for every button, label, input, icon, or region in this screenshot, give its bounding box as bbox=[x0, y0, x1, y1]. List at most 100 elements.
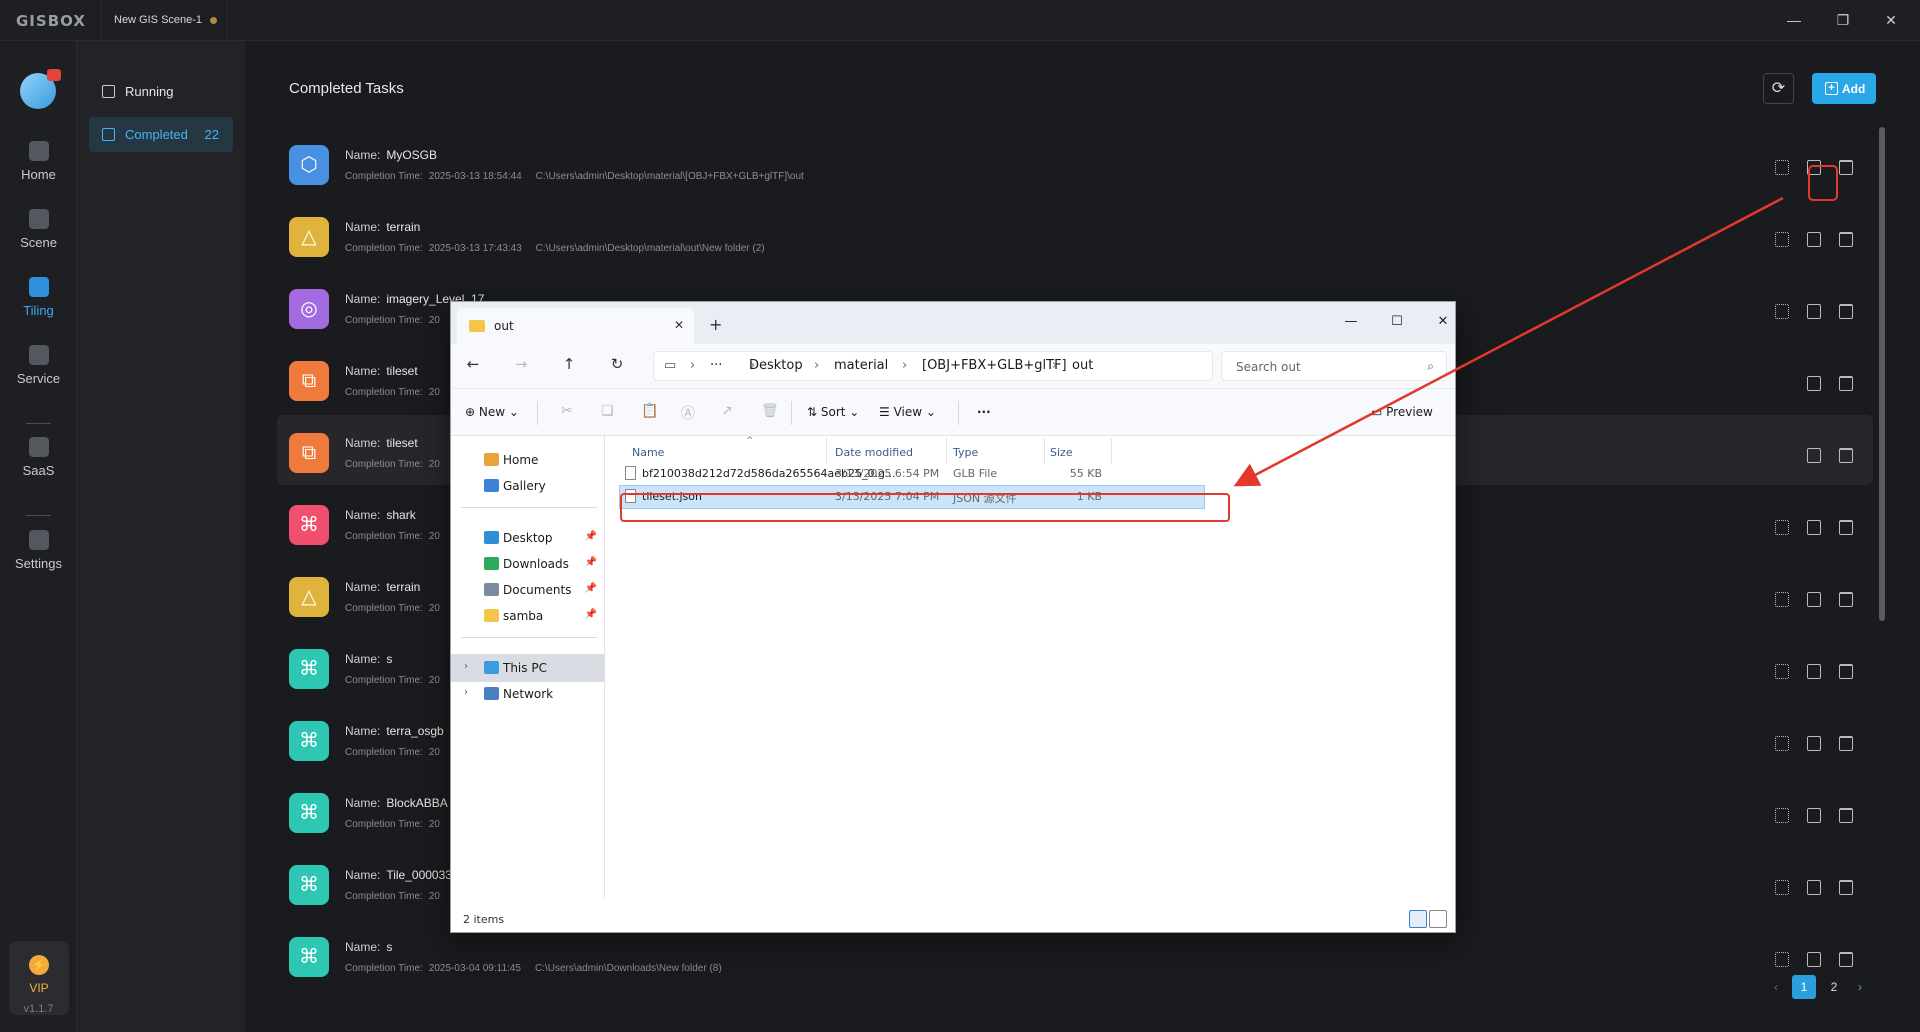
close-tab-icon[interactable]: ✕ bbox=[674, 318, 684, 332]
back-button[interactable]: ← bbox=[461, 355, 485, 377]
file-row[interactable]: bf210038d212d72d586da265564aeb25_0.g... … bbox=[620, 463, 1204, 485]
explorer-maximize-button[interactable]: ☐ bbox=[1385, 310, 1409, 334]
nav-saas[interactable]: SaaS bbox=[0, 437, 77, 478]
nav-scene[interactable]: Scene bbox=[0, 209, 77, 250]
rename-icon[interactable]: Ⓐ bbox=[681, 403, 695, 423]
search-input[interactable]: Search out ⌕ bbox=[1221, 351, 1447, 381]
add-to-scene-icon[interactable] bbox=[1775, 808, 1789, 823]
delete-icon[interactable] bbox=[1839, 880, 1853, 895]
explorer-tab[interactable]: out ✕ bbox=[457, 308, 694, 344]
add-button[interactable]: + Add bbox=[1812, 73, 1876, 104]
delete-icon[interactable] bbox=[1839, 232, 1853, 247]
more-options-button[interactable]: ··· bbox=[977, 405, 991, 419]
breadcrumb-folder[interactable]: [OBJ+FBX+GLB+glTF] bbox=[922, 358, 1067, 373]
page-1-button[interactable]: 1 bbox=[1792, 975, 1816, 999]
explorer-close-button[interactable]: ✕ bbox=[1431, 310, 1455, 334]
subnav-completed[interactable]: Completed 22 bbox=[89, 117, 233, 152]
open-folder-icon[interactable] bbox=[1807, 448, 1821, 463]
minimize-button[interactable]: — bbox=[1782, 8, 1806, 32]
add-to-scene-icon[interactable] bbox=[1775, 592, 1789, 607]
open-folder-icon[interactable] bbox=[1807, 304, 1821, 319]
explorer-minimize-button[interactable]: — bbox=[1339, 310, 1363, 334]
open-folder-icon[interactable] bbox=[1807, 232, 1821, 247]
sidebar-item-samba[interactable]: samba 📌 bbox=[451, 602, 605, 630]
breadcrumb-material[interactable]: material bbox=[834, 358, 888, 373]
sidebar-item-network[interactable]: › Network bbox=[451, 680, 605, 708]
tiles-view-icon[interactable] bbox=[1429, 910, 1447, 928]
nav-service[interactable]: Service bbox=[0, 345, 77, 386]
task-row[interactable]: ⬡ Name: MyOSGB Completion Time: 2025-03-13 1… bbox=[277, 127, 1873, 197]
delete-icon[interactable] bbox=[1839, 952, 1853, 967]
sidebar-item-gallery[interactable]: Gallery bbox=[451, 472, 605, 500]
open-folder-icon[interactable] bbox=[1807, 592, 1821, 607]
nav-settings[interactable]: Settings bbox=[0, 530, 77, 571]
delete-icon[interactable]: 🗑 bbox=[761, 403, 779, 419]
column-header-type[interactable]: Type bbox=[953, 446, 978, 459]
new-button[interactable]: ⊕ New ⌄ bbox=[465, 405, 519, 419]
sidebar-item-documents[interactable]: Documents 📌 bbox=[451, 576, 605, 604]
nav-tiling[interactable]: Tiling bbox=[0, 277, 77, 318]
scrollbar[interactable] bbox=[1879, 127, 1885, 621]
page-2-button[interactable]: 2 bbox=[1822, 975, 1846, 999]
add-to-scene-icon[interactable] bbox=[1775, 304, 1789, 319]
column-header-name[interactable]: Name bbox=[632, 446, 664, 459]
breadcrumb[interactable]: ▭ › ··· › Desktop › material › [OBJ+FBX+… bbox=[653, 351, 1213, 381]
delete-icon[interactable] bbox=[1839, 808, 1853, 823]
delete-icon[interactable] bbox=[1839, 304, 1853, 319]
add-to-scene-icon[interactable] bbox=[1775, 880, 1789, 895]
add-to-scene-icon[interactable] bbox=[1775, 736, 1789, 751]
avatar[interactable] bbox=[20, 69, 61, 109]
delete-icon[interactable] bbox=[1839, 736, 1853, 751]
open-folder-icon[interactable] bbox=[1807, 880, 1821, 895]
add-to-scene-icon[interactable] bbox=[1775, 664, 1789, 679]
open-folder-icon[interactable] bbox=[1807, 520, 1821, 535]
delete-icon[interactable] bbox=[1839, 664, 1853, 679]
add-to-scene-icon[interactable] bbox=[1775, 952, 1789, 967]
nav-home[interactable]: Home bbox=[0, 141, 77, 182]
breadcrumb-out[interactable]: out bbox=[1072, 358, 1093, 373]
add-to-scene-icon[interactable] bbox=[1775, 160, 1789, 175]
next-page-button[interactable]: › bbox=[1852, 975, 1868, 999]
scene-tab[interactable]: New GIS Scene-1 bbox=[101, 0, 228, 41]
sort-button[interactable]: ⇅ Sort ⌄ bbox=[807, 405, 859, 419]
sidebar-item-this-pc[interactable]: › This PC bbox=[451, 654, 605, 682]
delete-icon[interactable] bbox=[1839, 520, 1853, 535]
status-bar: 2 items bbox=[451, 898, 1455, 932]
delete-icon[interactable] bbox=[1839, 376, 1853, 391]
view-button[interactable]: ☰ View ⌄ bbox=[879, 405, 936, 419]
restore-button[interactable]: ❐ bbox=[1831, 8, 1855, 32]
open-folder-icon[interactable] bbox=[1807, 736, 1821, 751]
preview-button[interactable]: ▭ Preview bbox=[1371, 405, 1433, 419]
copy-icon[interactable]: ❏ bbox=[601, 403, 614, 419]
refresh-icon[interactable]: ↻ bbox=[605, 355, 629, 377]
open-folder-icon[interactable] bbox=[1807, 952, 1821, 967]
subnav-running[interactable]: Running bbox=[89, 74, 233, 109]
chevron-right-icon[interactable]: › bbox=[464, 687, 468, 698]
details-view-icon[interactable] bbox=[1409, 910, 1427, 928]
sidebar-item-downloads[interactable]: Downloads 📌 bbox=[451, 550, 605, 578]
task-row[interactable]: △ Name: terrain Completion Time: 2025-03-13 … bbox=[277, 199, 1873, 269]
add-to-scene-icon[interactable] bbox=[1775, 232, 1789, 247]
open-folder-icon[interactable] bbox=[1807, 664, 1821, 679]
sidebar-item-desktop[interactable]: Desktop 📌 bbox=[451, 524, 605, 552]
open-folder-icon[interactable] bbox=[1807, 808, 1821, 823]
column-header-date[interactable]: Date modified bbox=[835, 446, 913, 459]
new-tab-button[interactable]: + bbox=[709, 315, 722, 334]
delete-icon[interactable] bbox=[1839, 448, 1853, 463]
up-button[interactable]: ↑ bbox=[557, 355, 581, 377]
delete-icon[interactable] bbox=[1839, 592, 1853, 607]
prev-page-button[interactable]: ‹ bbox=[1768, 975, 1784, 999]
add-to-scene-icon[interactable] bbox=[1775, 520, 1789, 535]
share-icon[interactable]: ↗ bbox=[721, 403, 733, 419]
column-header-size[interactable]: Size bbox=[1050, 446, 1073, 459]
forward-button[interactable]: → bbox=[509, 355, 533, 377]
breadcrumb-desktop[interactable]: Desktop bbox=[749, 358, 803, 373]
cut-icon[interactable]: ✂ bbox=[561, 403, 573, 419]
close-button[interactable]: ✕ bbox=[1879, 8, 1903, 32]
sidebar-item-home[interactable]: Home bbox=[451, 446, 605, 474]
delete-icon[interactable] bbox=[1839, 160, 1853, 175]
paste-icon[interactable]: 📋 bbox=[641, 403, 658, 419]
open-folder-icon[interactable] bbox=[1807, 376, 1821, 391]
chevron-right-icon[interactable]: › bbox=[464, 661, 468, 672]
refresh-button[interactable]: ⟳ bbox=[1763, 73, 1794, 104]
